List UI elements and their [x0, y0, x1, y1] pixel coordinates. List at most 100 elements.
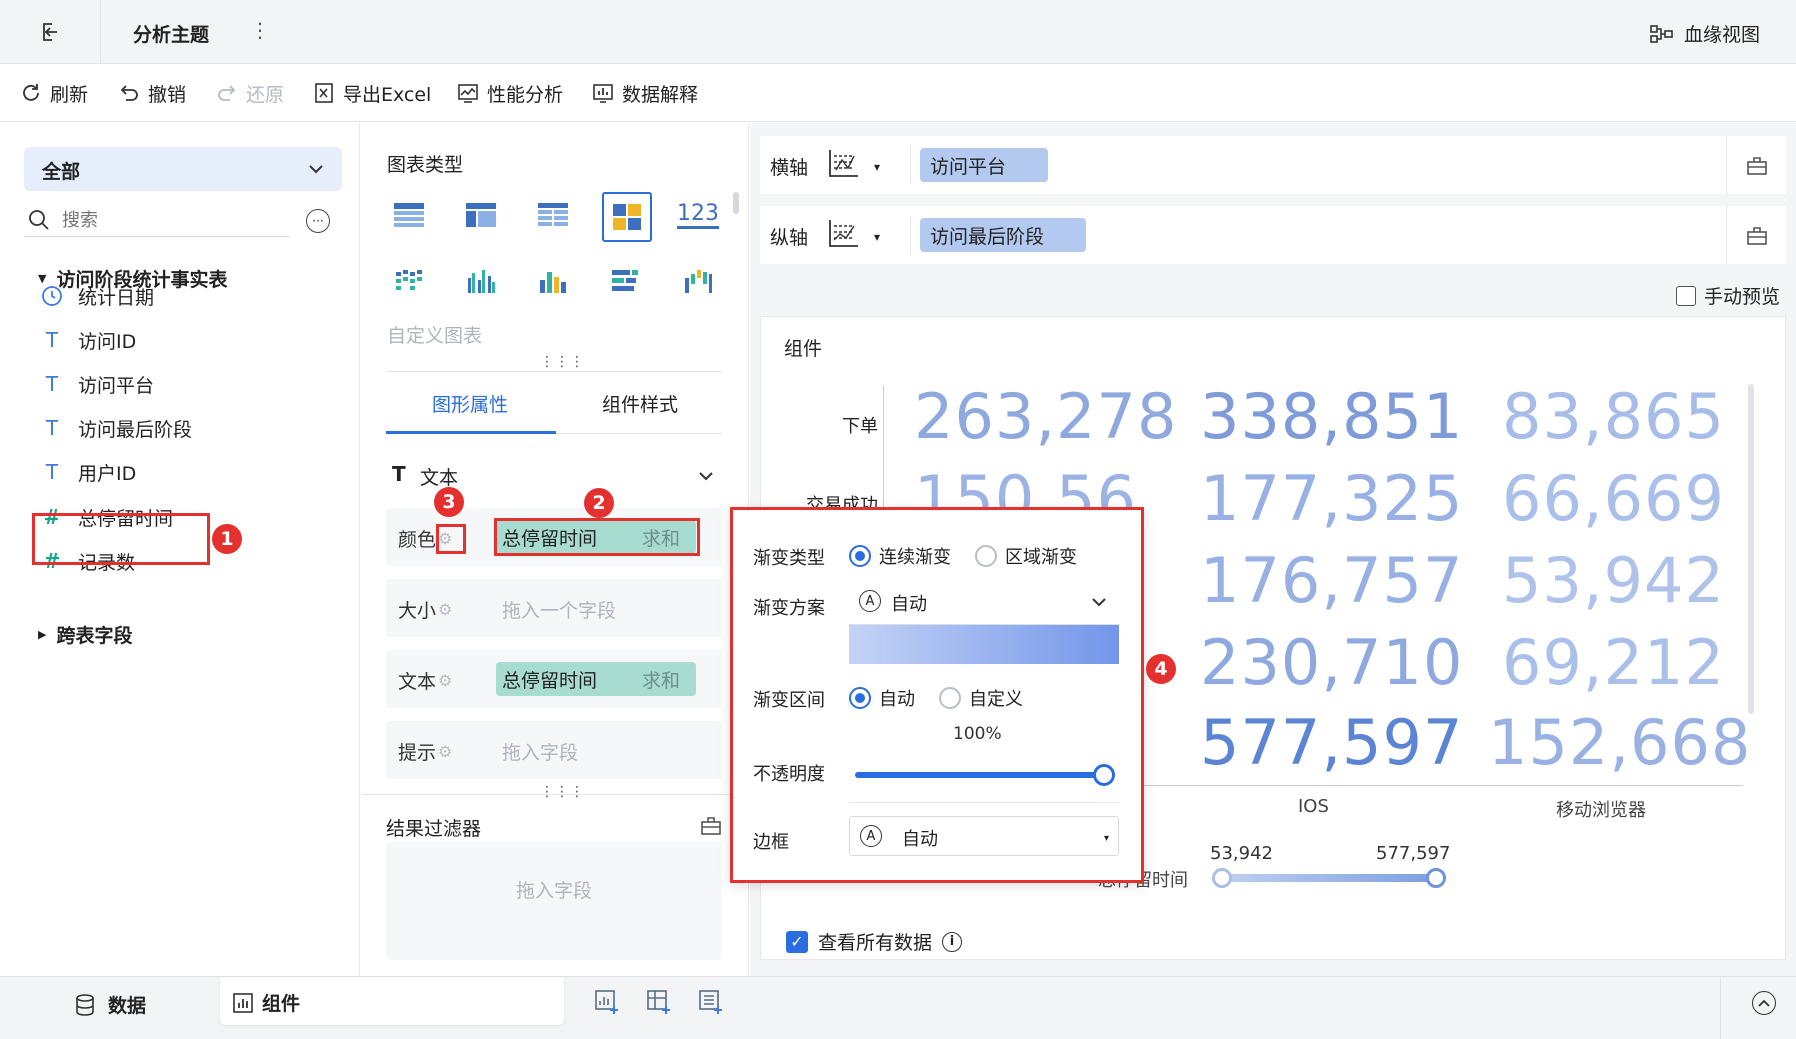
border-dropdown[interactable]: A 自动 ▾: [849, 816, 1119, 856]
toolbar: 刷新 撤销 还原 导出Excel 性能分析 数据解释: [0, 64, 1796, 122]
add-detail-icon[interactable]: [698, 989, 724, 1015]
tab-graph-properties[interactable]: 图形属性: [386, 372, 556, 434]
x-axis-shelf[interactable]: 横轴 ▾ 访问平台: [760, 136, 1786, 194]
dot-bar-chart-icon[interactable]: [386, 258, 432, 304]
undo-button[interactable]: 撤销: [118, 78, 186, 108]
search-box[interactable]: [24, 203, 290, 237]
more-options-icon[interactable]: ···: [306, 209, 330, 233]
redo-button[interactable]: 还原: [216, 78, 284, 108]
component-label: 组件: [784, 338, 823, 360]
toolbox-icon[interactable]: [1746, 154, 1768, 176]
collapse-up-icon[interactable]: [1752, 991, 1776, 1015]
text-icon: T: [45, 460, 59, 484]
chevron-down-icon: [1092, 598, 1106, 607]
bar-chart-icon[interactable]: [530, 258, 576, 304]
drag-handle-icon[interactable]: ⋮⋮⋮: [540, 784, 585, 800]
toolbox-icon[interactable]: [1746, 224, 1768, 246]
exit-icon[interactable]: [38, 20, 62, 44]
data-explain-button[interactable]: 数据解释: [592, 78, 698, 108]
search-input[interactable]: [62, 207, 282, 233]
chart-icon: [233, 992, 253, 1013]
opacity-slider-handle[interactable]: [1093, 764, 1115, 786]
refresh-button[interactable]: 刷新: [20, 78, 88, 108]
y-axis-shelf[interactable]: 纵轴 ▾ 访问最后阶段: [760, 206, 1786, 264]
gear-icon[interactable]: ⚙: [438, 600, 452, 619]
cell-value: 83,865: [1502, 380, 1725, 453]
chart-type-label: 图表类型: [387, 154, 464, 176]
checkbox-checked-icon[interactable]: ✓: [786, 930, 808, 953]
field-item-last-stage[interactable]: T 访问最后阶段: [40, 413, 192, 443]
scope-dropdown[interactable]: 全部: [24, 147, 342, 191]
drag-handle-icon[interactable]: ⋮⋮⋮: [540, 354, 585, 370]
info-icon[interactable]: i: [942, 931, 963, 952]
cell-value: 177,325: [1200, 462, 1464, 535]
text-icon: T: [45, 372, 59, 396]
grouped-bar-chart-icon[interactable]: [458, 258, 504, 304]
field-item-user-id[interactable]: T 用户ID: [40, 457, 136, 487]
lineage-view-button[interactable]: 血缘视图: [1650, 20, 1760, 47]
tab-data[interactable]: 数据: [74, 991, 146, 1018]
caret-down-icon[interactable]: ▾: [874, 230, 880, 244]
radio-button[interactable]: [975, 545, 997, 567]
gradient-zone-radio[interactable]: 区域渐变: [975, 543, 1077, 569]
legend-max-handle[interactable]: [1426, 868, 1446, 888]
cross-table-chart-icon[interactable]: [458, 192, 504, 238]
caret-down-icon[interactable]: ▾: [874, 160, 880, 174]
toolbox-icon[interactable]: [700, 814, 722, 836]
field-item-visit-id[interactable]: T 访问ID: [40, 325, 136, 355]
range-custom-radio[interactable]: 自定义: [939, 685, 1023, 711]
axis-x-icon: [829, 150, 858, 177]
manual-preview-toggle[interactable]: 手动预览: [1676, 282, 1780, 309]
add-crosstable-icon[interactable]: [646, 989, 672, 1015]
tab-component-style[interactable]: 组件样式: [556, 372, 722, 434]
search-icon: [29, 210, 49, 230]
bottom-bar: 数据 组件: [0, 976, 1796, 1039]
kpi-number-chart-icon[interactable]: 123: [675, 192, 721, 238]
opacity-slider-track[interactable]: [855, 772, 1105, 778]
field-item-date[interactable]: 统计日期: [40, 281, 154, 311]
waterfall-chart-icon[interactable]: [675, 258, 721, 304]
size-property-slot[interactable]: 大小 ⚙ 拖入一个字段: [386, 579, 722, 637]
divider: [910, 146, 911, 184]
checkbox[interactable]: [1676, 285, 1696, 306]
scrollbar[interactable]: [1748, 384, 1754, 714]
heatmap-chart-icon-selected[interactable]: [602, 192, 652, 242]
text-field-pill[interactable]: 总停留时间 求和: [496, 662, 696, 696]
step-marker: 4: [1146, 654, 1176, 684]
table-chart-icon[interactable]: [386, 192, 432, 238]
field-item-platform[interactable]: T 访问平台: [40, 369, 154, 399]
radio-button[interactable]: [849, 545, 871, 567]
gradient-scheme-dropdown[interactable]: A 自动: [849, 584, 1119, 620]
radio-button[interactable]: [849, 687, 871, 709]
performance-analysis-button[interactable]: 性能分析: [457, 78, 563, 108]
view-all-data-toggle[interactable]: ✓ 查看所有数据 i: [786, 928, 963, 955]
gradient-preview-bar[interactable]: [849, 624, 1119, 664]
scrollbar[interactable]: [733, 192, 739, 214]
add-chart-icon[interactable]: [594, 989, 620, 1015]
result-filter-label: 结果过滤器: [386, 818, 482, 840]
gear-icon[interactable]: ⚙: [438, 671, 452, 690]
y-axis-field-pill[interactable]: 访问最后阶段: [920, 218, 1086, 252]
mark-type-select[interactable]: T 文本: [386, 456, 722, 494]
more-menu-icon[interactable]: ⋮: [250, 18, 270, 42]
x-axis-field-pill[interactable]: 访问平台: [920, 148, 1048, 182]
cross-table-node[interactable]: ▶ 跨表字段: [38, 621, 132, 648]
tab-component-active[interactable]: 组件: [220, 977, 564, 1025]
export-excel-button[interactable]: 导出Excel: [313, 78, 431, 108]
legend-max: 577,597: [1376, 843, 1451, 864]
range-auto-radio[interactable]: 自动: [849, 685, 915, 711]
chevron-down-icon: [699, 472, 713, 481]
gear-icon[interactable]: ⚙: [438, 742, 452, 761]
tooltip-property-slot[interactable]: 提示 ⚙ 拖入字段: [386, 721, 722, 779]
detail-table-chart-icon[interactable]: [530, 192, 576, 238]
undo-icon: [120, 85, 138, 101]
gradient-continuous-radio[interactable]: 连续渐变: [849, 543, 951, 569]
top-bar: 分析主题 ⋮ 血缘视图: [0, 0, 1796, 64]
cell-value: 230,710: [1200, 626, 1464, 699]
horizontal-bar-chart-icon[interactable]: [602, 258, 648, 304]
legend-min-handle[interactable]: [1212, 868, 1232, 888]
step-marker: 3: [434, 487, 464, 517]
custom-chart-label[interactable]: 自定义图表: [387, 321, 482, 348]
radio-button[interactable]: [939, 687, 961, 709]
filter-drop-zone[interactable]: 拖入字段: [386, 842, 722, 960]
